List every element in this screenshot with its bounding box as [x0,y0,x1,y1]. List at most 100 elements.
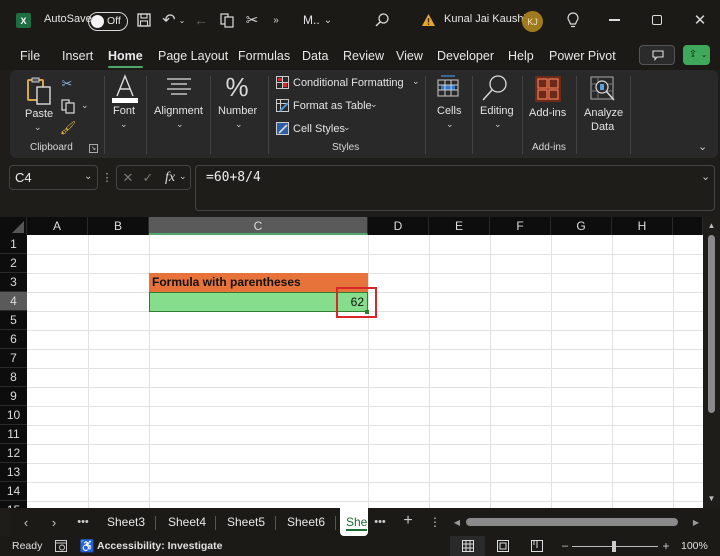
analyze-data-icon[interactable] [590,76,616,102]
insert-function-dropdown-icon[interactable]: ⌄ [179,171,187,182]
tab-insert[interactable]: Insert [62,49,93,63]
tab-developer[interactable]: Developer [437,49,494,63]
cancel-icon[interactable]: ✕ [121,170,135,185]
font-icon[interactable] [110,74,140,104]
cells-icon[interactable] [436,74,460,98]
cells-button[interactable]: Cells [437,105,461,117]
tab-home[interactable]: Home [108,49,143,68]
scroll-down-icon[interactable]: ▼ [706,493,717,503]
formula-input[interactable]: =60+8/4 ⌄ [195,165,715,211]
editing-search-icon[interactable] [480,73,510,103]
paste-icon[interactable] [26,76,52,106]
sheet-tab-sheet6[interactable]: Sheet6 [287,515,325,529]
collapse-ribbon-icon[interactable]: ⌄ [698,140,707,153]
sheet-tab-active[interactable]: She [340,508,368,536]
row-header-10[interactable]: 10 [0,406,27,425]
column-header-a[interactable]: A [27,217,88,235]
row-header-14[interactable]: 14 [0,482,27,501]
tab-page-layout[interactable]: Page Layout [158,49,228,63]
format-as-table-dropdown-icon[interactable]: ⌄ [370,99,378,110]
insert-function-icon[interactable]: fx [162,169,178,186]
file-name[interactable]: M.. [303,13,320,27]
zoom-out-icon[interactable]: – [560,539,570,553]
number-dropdown-icon[interactable]: ⌄ [235,119,243,130]
format-as-table-button[interactable]: Format as Table [293,100,372,112]
column-header-d[interactable]: D [368,217,429,235]
row-header-9[interactable]: 9 [0,387,27,406]
tab-data[interactable]: Data [302,49,328,63]
vertical-scrollbar[interactable]: ▲ ▼ [703,217,720,508]
user-name[interactable]: Kunal Jai Kaushik [444,13,531,25]
formula-bar-more-icon[interactable]: ⋮ [102,169,113,185]
alignment-icon[interactable] [165,76,193,98]
row-header-15[interactable]: 15 [0,501,27,508]
analyze-data-button[interactable]: Analyze [584,107,623,119]
column-header-g[interactable]: G [551,217,612,235]
tab-power-pivot[interactable]: Power Pivot [549,49,616,63]
row-header-2[interactable]: 2 [0,254,27,273]
row-header-11[interactable]: 11 [0,425,27,444]
tab-review[interactable]: Review [343,49,384,63]
conditional-formatting-dropdown-icon[interactable]: ⌄ [412,76,420,87]
sheet-tab-sheet4[interactable]: Sheet4 [168,515,206,529]
row-header-6[interactable]: 6 [0,330,27,349]
row-header-8[interactable]: 8 [0,368,27,387]
zoom-level[interactable]: 100% [681,540,708,552]
row-header-7[interactable]: 7 [0,349,27,368]
page-break-view-icon[interactable] [530,540,543,552]
row-header-5[interactable]: 5 [0,311,27,330]
maximize-icon[interactable] [650,13,664,27]
sheet-tab-sheet5[interactable]: Sheet5 [227,515,265,529]
zoom-in-icon[interactable]: + [661,539,671,553]
share-button[interactable]: ⇪ ⌄ [683,45,710,65]
fill-handle[interactable] [365,310,369,314]
row-header-3[interactable]: 3 [0,273,27,292]
editing-button[interactable]: Editing [480,105,514,117]
tab-view[interactable]: View [396,49,423,63]
row-header-1[interactable]: 1 [0,235,27,254]
cell-styles-dropdown-icon[interactable]: ⌄ [343,122,351,133]
column-header-h[interactable]: H [612,217,673,235]
alignment-button[interactable]: Alignment [154,105,203,117]
comments-button[interactable] [639,45,675,65]
close-icon[interactable]: ✕ [692,12,708,29]
macro-recording-icon[interactable] [54,539,68,553]
tab-help[interactable]: Help [508,49,534,63]
cut-icon[interactable]: ✂ [60,76,74,92]
number-button[interactable]: Number [218,105,257,117]
undo-icon[interactable]: ↶ [160,11,178,29]
column-header-e[interactable]: E [429,217,490,235]
addins-button[interactable]: Add-ins [529,107,566,119]
search-icon[interactable] [373,11,391,29]
alignment-dropdown-icon[interactable]: ⌄ [176,119,184,130]
column-header-c[interactable]: C [149,217,368,235]
paste-dropdown-icon[interactable]: ⌄ [34,122,42,133]
autosave-toggle[interactable]: Off [88,12,128,31]
copy-icon[interactable] [219,12,235,28]
vertical-scroll-thumb[interactable] [708,235,715,413]
conditional-formatting-button[interactable]: Conditional Formatting [293,77,404,89]
zoom-slider[interactable] [572,541,658,552]
lightbulb-icon[interactable] [565,11,581,29]
tab-splitter-icon[interactable]: ⋮ [429,514,441,530]
font-dropdown-icon[interactable]: ⌄ [120,119,128,130]
name-box-dropdown-icon[interactable]: ⌄ [84,171,92,182]
user-avatar[interactable]: KJ [522,11,543,32]
select-all-corner[interactable] [0,217,27,235]
save-icon[interactable] [136,12,152,28]
sheet-tab-sheet3[interactable]: Sheet3 [107,515,145,529]
tab-file[interactable]: File [20,49,40,63]
paste-button[interactable]: Paste [25,108,53,120]
row-header-12[interactable]: 12 [0,444,27,463]
more-sheets-icon[interactable]: ••• [75,514,91,530]
accessibility-icon[interactable]: ♿ [80,538,95,554]
cells-dropdown-icon[interactable]: ⌄ [446,119,454,130]
add-sheet-icon[interactable]: + [400,512,416,529]
scroll-right-icon[interactable]: ▶ [692,516,700,528]
name-box[interactable]: C4 ⌄ [9,165,98,190]
more-commands-icon[interactable]: » [270,13,282,27]
next-sheet-icon[interactable]: › [48,514,60,530]
copy-dropdown-icon[interactable]: ⌄ [81,100,89,111]
copy-icon[interactable] [60,98,76,114]
editing-dropdown-icon[interactable]: ⌄ [494,119,502,130]
